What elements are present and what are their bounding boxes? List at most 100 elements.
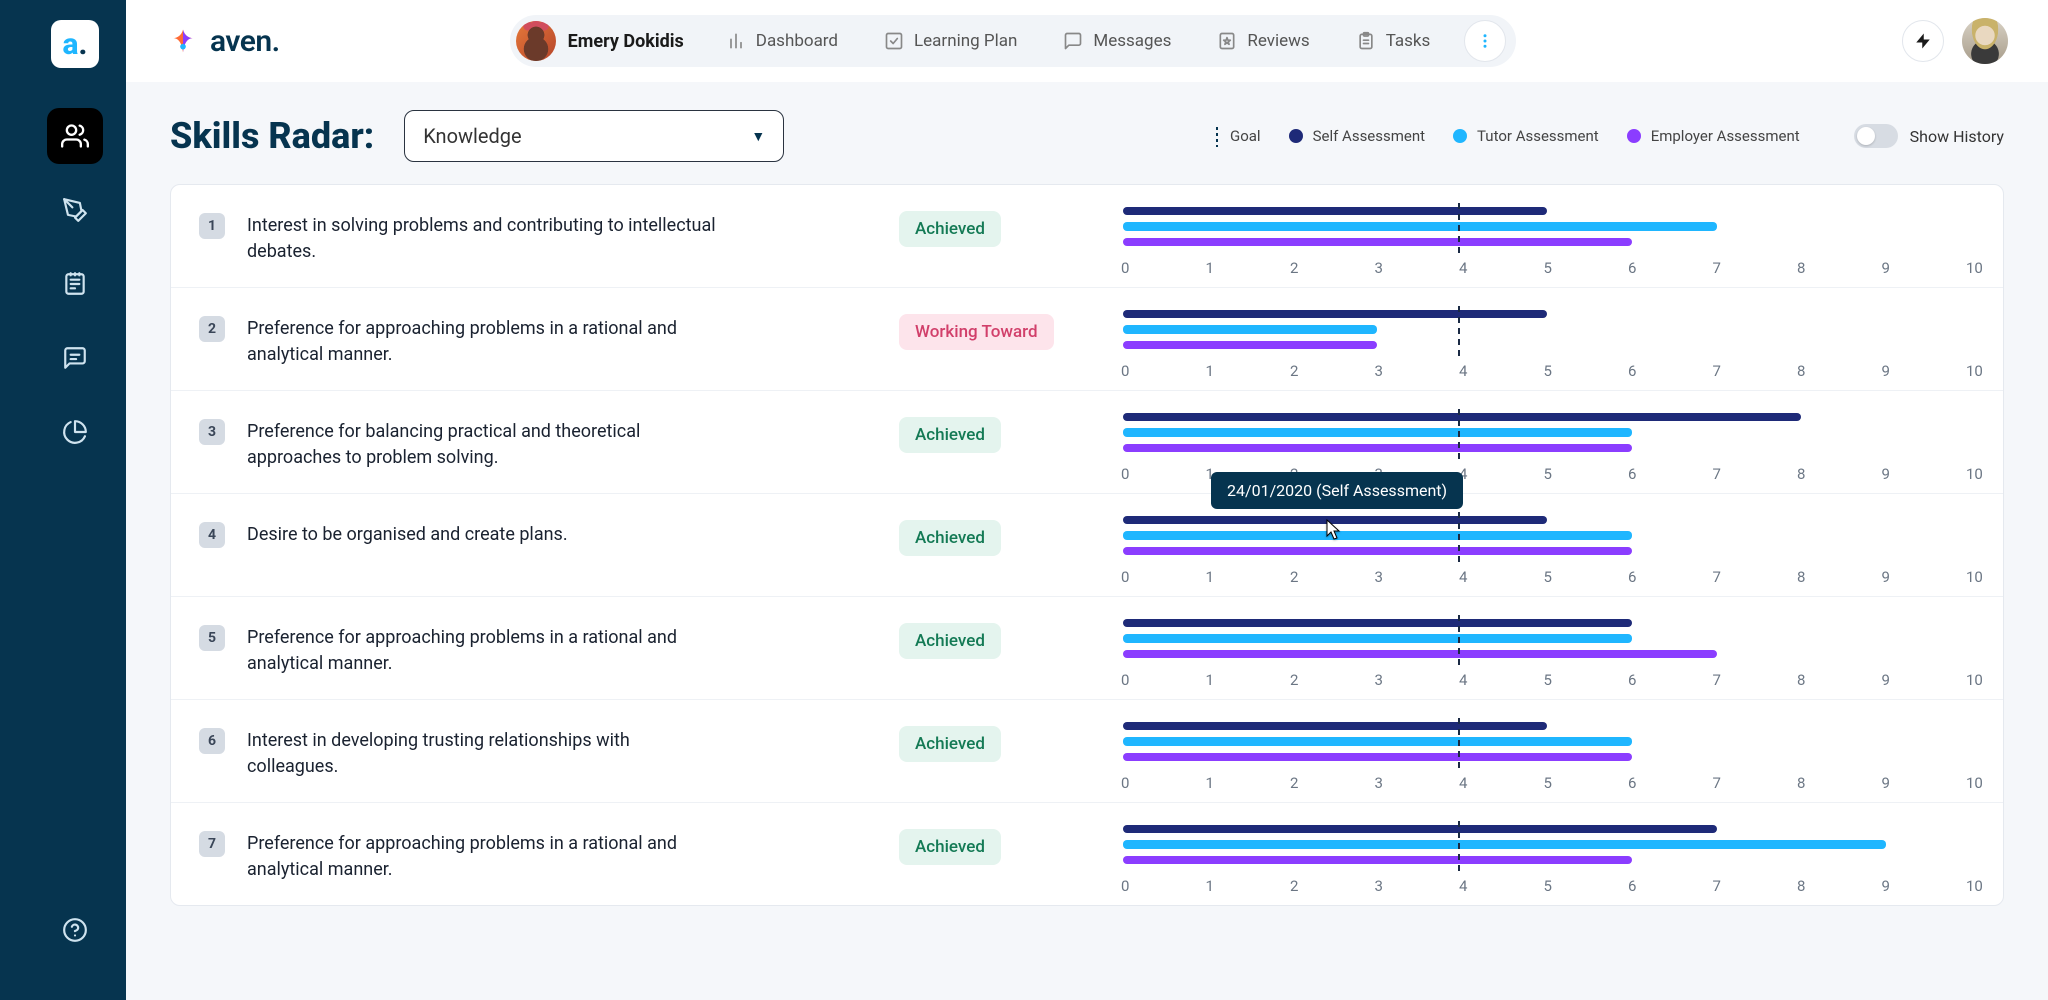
toggle-label: Show History: [1910, 127, 2004, 146]
bar-self[interactable]: [1123, 825, 1717, 833]
axis-tick: 9: [1882, 671, 1883, 689]
tooltip: 24/01/2020 (Self Assessment): [1211, 472, 1463, 509]
sidebar-item-chat[interactable]: [47, 330, 103, 386]
bars: [1119, 413, 1967, 455]
axis: 012345678910: [1119, 362, 1967, 380]
axis-tick: 4: [1459, 671, 1460, 689]
bar-tutor[interactable]: [1123, 634, 1632, 643]
bar-employer[interactable]: [1123, 650, 1717, 658]
goal-line: [1458, 718, 1460, 768]
clipboard-icon: [1356, 31, 1376, 51]
bar-employer[interactable]: [1123, 341, 1377, 349]
status-badge: Achieved: [899, 417, 1001, 453]
goal-line: [1458, 409, 1460, 459]
nav-tasks[interactable]: Tasks: [1338, 31, 1449, 51]
filter-select[interactable]: Knowledge ▼: [404, 110, 784, 162]
skill-row: 6Interest in developing trusting relatio…: [171, 700, 2003, 803]
bar-employer[interactable]: [1123, 753, 1632, 761]
skill-text: Preference for balancing practical and t…: [247, 419, 717, 471]
bar-tutor[interactable]: [1123, 325, 1377, 334]
axis-tick: 9: [1882, 877, 1883, 895]
skill-number-badge: 2: [199, 316, 225, 342]
goal-line: [1458, 203, 1460, 253]
nav-more-button[interactable]: [1464, 20, 1506, 62]
goal-line: [1458, 821, 1460, 871]
axis-tick: 5: [1544, 259, 1545, 277]
sidebar-item-help[interactable]: [47, 902, 103, 958]
page-title: Skills Radar:: [170, 115, 374, 157]
bars: [1119, 310, 1967, 352]
profile-avatar[interactable]: [1962, 18, 2008, 64]
bar-self[interactable]: [1123, 619, 1632, 627]
legend-label: Tutor Assessment: [1477, 127, 1599, 145]
skill-chart: 012345678910: [1119, 310, 1975, 380]
nav-messages[interactable]: Messages: [1045, 31, 1189, 51]
bar-self[interactable]: [1123, 722, 1547, 730]
axis: 012345678910: [1119, 774, 1967, 792]
bar-employer[interactable]: [1123, 547, 1632, 555]
status-badge: Achieved: [899, 829, 1001, 865]
brand[interactable]: aven.: [166, 24, 280, 59]
skill-row: 5Preference for approaching problems in …: [171, 597, 2003, 700]
sidebar-item-people[interactable]: [47, 108, 103, 164]
axis-tick: 5: [1544, 568, 1545, 586]
status-badge: Working Toward: [899, 314, 1054, 350]
skill-text: Preference for approaching problems in a…: [247, 831, 717, 883]
skill-row: 7Preference for approaching problems in …: [171, 803, 2003, 905]
bars: [1119, 722, 1967, 764]
bar-self[interactable]: [1123, 310, 1547, 318]
axis-tick: 0: [1121, 774, 1122, 792]
bar-self[interactable]: [1123, 207, 1547, 215]
bar-tutor[interactable]: [1123, 531, 1632, 540]
goal-marker-icon: [1214, 125, 1220, 147]
axis-tick: 7: [1713, 259, 1714, 277]
axis: 012345678910: [1119, 877, 1967, 895]
user-avatar-icon: [516, 21, 556, 61]
status-badge: Achieved: [899, 726, 1001, 762]
history-toggle[interactable]: [1854, 124, 1898, 148]
axis-tick: 9: [1882, 362, 1883, 380]
axis-tick: 2: [1290, 671, 1291, 689]
main: aven. Emery Dokidis Dashboard Learning P…: [126, 0, 2048, 1000]
bar-tutor[interactable]: [1123, 840, 1886, 849]
axis-tick: 4: [1459, 877, 1460, 895]
current-user-chip[interactable]: Emery Dokidis: [516, 21, 698, 61]
axis-tick: 3: [1375, 877, 1376, 895]
filter-value: Knowledge: [423, 124, 521, 148]
nav-reviews[interactable]: Reviews: [1199, 31, 1327, 51]
axis-tick: 5: [1544, 465, 1545, 483]
axis-tick: 0: [1121, 568, 1122, 586]
app-logo[interactable]: a.: [51, 20, 99, 68]
skill-number-badge: 6: [199, 728, 225, 754]
axis-tick: 8: [1797, 774, 1798, 792]
bar-tutor[interactable]: [1123, 222, 1717, 231]
bar-tutor[interactable]: [1123, 737, 1632, 746]
sidebar-item-edit[interactable]: [47, 182, 103, 238]
dot-icon: [1453, 129, 1467, 143]
sidebar-item-reports[interactable]: [47, 404, 103, 460]
window-edge: [0, 0, 24, 1000]
skill-text: Interest in solving problems and contrib…: [247, 213, 717, 265]
bar-tutor[interactable]: [1123, 428, 1632, 437]
bar-employer[interactable]: [1123, 856, 1632, 864]
nav-dashboard[interactable]: Dashboard: [708, 31, 856, 51]
sidebar-item-notes[interactable]: [47, 256, 103, 312]
chat-icon: [62, 345, 88, 371]
axis-tick: 10: [1966, 465, 1967, 483]
axis: 012345678910: [1119, 568, 1967, 586]
bar-self[interactable]: [1123, 413, 1801, 421]
skill-number-badge: 4: [199, 522, 225, 548]
axis-tick: 6: [1628, 774, 1629, 792]
axis-tick: 4: [1459, 774, 1460, 792]
axis-tick: 7: [1713, 774, 1714, 792]
nav-learning-plan[interactable]: Learning Plan: [866, 31, 1035, 51]
axis-tick: 10: [1966, 774, 1967, 792]
axis-tick: 0: [1121, 671, 1122, 689]
bar-employer[interactable]: [1123, 238, 1632, 246]
bar-employer[interactable]: [1123, 444, 1632, 452]
bolt-button[interactable]: [1902, 20, 1944, 62]
axis-tick: 0: [1121, 465, 1122, 483]
legend: Goal Self Assessment Tutor Assessment Em…: [1214, 124, 2004, 148]
axis-tick: 5: [1544, 774, 1545, 792]
axis-tick: 0: [1121, 877, 1122, 895]
